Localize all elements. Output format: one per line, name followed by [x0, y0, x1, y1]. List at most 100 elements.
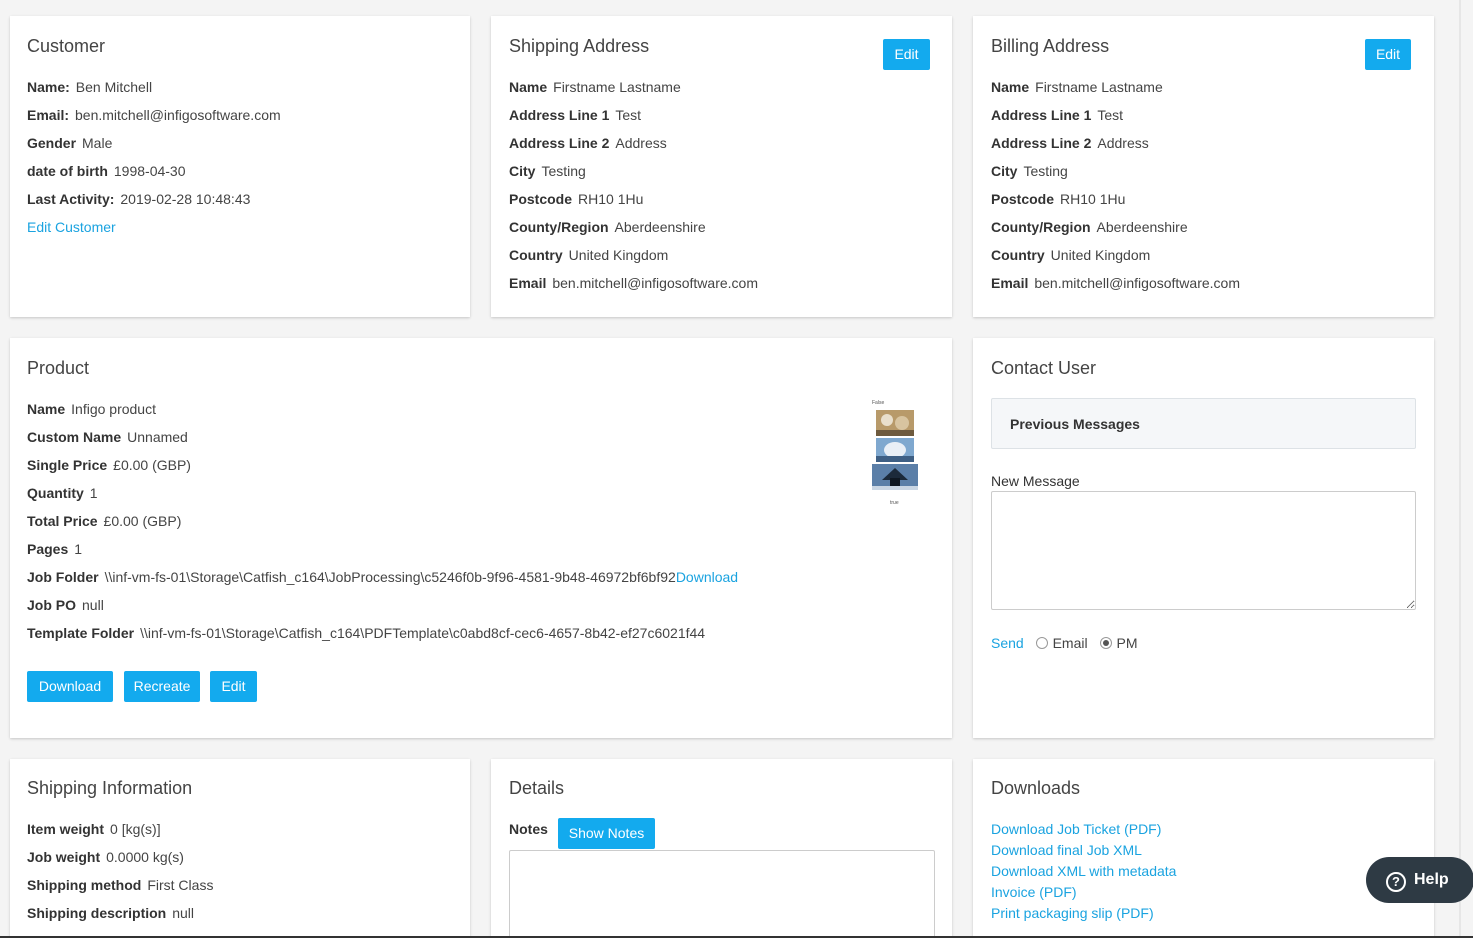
- shipping-address2-row: Address Line 2 Address: [509, 133, 667, 153]
- invoice-link[interactable]: Invoice (PDF): [991, 882, 1077, 903]
- shipping-description-row: Shipping description null: [27, 903, 194, 923]
- question-icon: ?: [1386, 872, 1406, 892]
- field-label: City: [509, 163, 536, 179]
- job-weight-row: Job weight 0.0000 kg(s): [27, 847, 184, 867]
- field-value: null: [82, 597, 104, 613]
- downloads-card: Downloads Download Job Ticket (PDF) Down…: [973, 759, 1434, 938]
- field-value: 2019-02-28 10:48:43: [120, 191, 251, 207]
- new-message-textarea[interactable]: [991, 491, 1416, 610]
- field-label: Template Folder: [27, 625, 135, 641]
- shipping-postcode-row: Postcode RH10 1Hu: [509, 189, 643, 209]
- field-label: Country: [991, 247, 1045, 263]
- field-value: Address: [615, 135, 667, 151]
- field-value: Aberdeenshire: [614, 219, 706, 235]
- field-value: 1: [89, 485, 98, 501]
- field-label: Address Line 2: [509, 135, 610, 151]
- downloads-title: Downloads: [991, 778, 1081, 798]
- shipping-information-title: Shipping Information: [27, 778, 193, 798]
- field-label: Shipping method: [27, 877, 142, 893]
- notes-label: Notes: [509, 819, 554, 839]
- billing-address1-row: Address Line 1 Test: [991, 105, 1123, 125]
- shipping-address-edit-button[interactable]: Edit: [883, 39, 930, 70]
- edit-customer-link[interactable]: Edit Customer: [27, 219, 116, 235]
- customer-title: Customer: [27, 36, 106, 56]
- field-value: ben.mitchell@infigosoftware.com: [75, 107, 281, 123]
- field-label: Last Activity:: [27, 191, 115, 207]
- shipping-country-row: Country United Kingdom: [509, 245, 668, 265]
- field-label: Custom Name: [27, 429, 122, 445]
- field-label: County/Region: [991, 219, 1091, 235]
- customer-card: Customer Name: Ben Mitchell Email: ben.mit…: [10, 16, 470, 317]
- billing-postcode-row: Postcode RH10 1Hu: [991, 189, 1125, 209]
- product-title: Product: [27, 358, 90, 378]
- template-folder-path: \\inf-vm-fs-01\Storage\Catfish_c164\PDFT…: [140, 625, 706, 641]
- field-value: ben.mitchell@infigosoftware.com: [552, 275, 758, 291]
- send-row: Send Email PM: [991, 633, 1138, 653]
- customer-name-row: Name: Ben Mitchell: [27, 77, 152, 97]
- shipping-information-card: Shipping Information Item weight 0 [kg(s)…: [10, 759, 470, 938]
- field-value: Address: [1097, 135, 1149, 151]
- customer-dob-row: date of birth 1998-04-30: [27, 161, 186, 181]
- field-value: Unnamed: [127, 429, 188, 445]
- product-job-po-row: Job PO null: [27, 595, 104, 615]
- download-job-ticket-link[interactable]: Download Job Ticket (PDF): [991, 819, 1161, 840]
- field-label: Postcode: [509, 191, 573, 207]
- thumbnail-image: [872, 410, 918, 490]
- field-value: Test: [615, 107, 642, 123]
- previous-messages-panel[interactable]: Previous Messages: [991, 398, 1416, 449]
- billing-address2-row: Address Line 2 Address: [991, 133, 1149, 153]
- show-notes-button[interactable]: Show Notes: [558, 818, 655, 849]
- details-card: Details Notes Show Notes: [491, 759, 952, 938]
- shipping-email-row: Email ben.mitchell@infigosoftware.com: [509, 273, 758, 293]
- thumb-bottom-caption: true: [890, 500, 899, 506]
- shipping-address-title: Shipping Address: [509, 36, 650, 56]
- billing-address-edit-button[interactable]: Edit: [1365, 39, 1411, 70]
- edit-customer-row: Edit Customer: [27, 217, 116, 237]
- field-label: Item weight: [27, 821, 105, 837]
- field-value: RH10 1Hu: [1060, 191, 1126, 207]
- shipping-method-row: Shipping method First Class: [27, 875, 213, 895]
- new-message-label: New Message: [991, 473, 1080, 489]
- shipping-city-row: City Testing: [509, 161, 586, 181]
- field-label: Gender: [27, 135, 77, 151]
- field-value: Testing: [1023, 163, 1068, 179]
- customer-gender-row: Gender Male: [27, 133, 112, 153]
- shipping-address1-row: Address Line 1 Test: [509, 105, 641, 125]
- download-xml-metadata-link[interactable]: Download XML with metadata: [991, 861, 1176, 882]
- product-download-button[interactable]: Download: [27, 671, 113, 702]
- field-label: Pages: [27, 541, 69, 557]
- field-value: Firstname Lastname: [553, 79, 681, 95]
- field-value: £0.00 (GBP): [103, 513, 182, 529]
- details-title: Details: [509, 778, 565, 798]
- field-value: United Kingdom: [1050, 247, 1151, 263]
- billing-address-title: Billing Address: [991, 36, 1110, 56]
- field-label: Name: [991, 79, 1030, 95]
- field-label: Notes: [509, 821, 548, 837]
- field-value: Infigo product: [71, 401, 156, 417]
- print-packaging-slip-link[interactable]: Print packaging slip (PDF): [991, 903, 1154, 924]
- help-label: Help: [1414, 871, 1449, 888]
- field-value: Firstname Lastname: [1035, 79, 1163, 95]
- email-radio[interactable]: [1035, 637, 1048, 649]
- notes-textarea[interactable]: [509, 850, 935, 938]
- field-label: Address Line 2: [991, 135, 1092, 151]
- product-single-price-row: Single Price £0.00 (GBP): [27, 455, 191, 475]
- product-recreate-button[interactable]: Recreate: [124, 671, 200, 702]
- billing-name-row: Name Firstname Lastname: [991, 77, 1163, 97]
- job-folder-download-link[interactable]: Download: [676, 569, 738, 585]
- field-label: Shipping description: [27, 905, 167, 921]
- field-value: United Kingdom: [568, 247, 669, 263]
- shipping-name-row: Name Firstname Lastname: [509, 77, 681, 97]
- field-label: Email: [991, 275, 1029, 291]
- customer-last-activity-row: Last Activity: 2019-02-28 10:48:43: [27, 189, 250, 209]
- product-edit-button[interactable]: Edit: [210, 671, 257, 702]
- pm-radio[interactable]: [1099, 637, 1112, 649]
- send-link[interactable]: Send: [991, 635, 1024, 651]
- field-label: Job weight: [27, 849, 101, 865]
- download-final-job-xml-link[interactable]: Download final Job XML: [991, 840, 1142, 861]
- field-label: Name: [509, 79, 548, 95]
- help-button[interactable]: ? Help: [1366, 857, 1473, 903]
- job-folder-path: \\inf-vm-fs-01\Storage\Catfish_c164\JobP…: [104, 569, 676, 585]
- field-label: Job PO: [27, 597, 77, 613]
- field-value: 1: [74, 541, 83, 557]
